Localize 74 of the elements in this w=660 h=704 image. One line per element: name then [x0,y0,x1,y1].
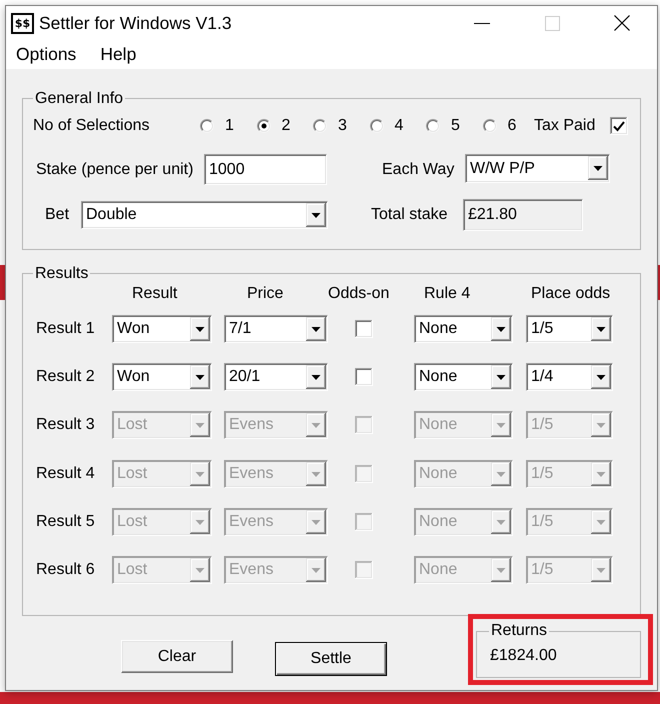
column-header: Price [247,285,284,303]
stake-label: Stake (pence per unit) [36,160,194,178]
total-stake-label: Total stake [371,206,448,224]
caret-icon [306,203,326,227]
row-label: Result 2 [36,368,95,386]
column-header: Rule 4 [424,285,470,303]
clear-button[interactable]: Clear [121,640,233,674]
caret-icon [190,510,210,534]
stake-input[interactable]: 1000 [204,154,327,185]
tax-paid-checkbox[interactable] [610,117,628,135]
caret-icon [491,413,511,438]
column-header: Result [132,285,178,303]
caret-icon [491,558,511,582]
caret-icon [306,462,326,486]
selection-radio[interactable]: 6 [482,117,516,135]
caret-icon [190,365,210,390]
selections-label: No of Selections [33,117,150,135]
each-way-dropdown[interactable]: W/W P/P [465,154,610,183]
caret-icon [591,558,611,582]
row-label: Result 4 [36,464,95,483]
row-label: Result 6 [36,560,95,579]
rule-4-dropdown[interactable]: None [414,363,513,392]
selection-radio[interactable]: 4 [370,117,404,135]
column-header: Place odds [531,285,610,303]
caret-icon [306,413,326,438]
tax-paid-label: Tax Paid [534,117,596,135]
bet-label: Bet [45,206,70,224]
caret-icon [491,365,511,390]
place-odds-dropdown[interactable]: 1/4 [526,363,613,392]
price-dropdown[interactable]: 20/1 [224,363,328,392]
column-header: Odds-on [328,285,390,303]
bet-dropdown[interactable]: Double [81,201,328,229]
caret-icon [591,413,611,438]
caret-icon [491,317,511,341]
caret-icon [591,462,611,486]
caret-icon [491,510,511,534]
result-dropdown[interactable]: Won [112,315,212,343]
caret-icon [588,156,608,180]
caret-icon [591,317,611,341]
app-logo: $$ [11,12,34,34]
caret-icon [591,510,611,534]
result-dropdown[interactable]: Won [112,363,212,392]
returns-value: £1824.00 [489,646,558,666]
rule-4-dropdown[interactable]: None [414,315,513,343]
settle-button[interactable]: Settle [275,642,387,676]
window-title: Settler for Windows V1.3 [39,12,232,34]
caret-icon [306,365,326,390]
selection-radio[interactable]: 5 [426,117,460,135]
caret-icon [306,317,326,341]
caret-icon [591,365,611,390]
caret-icon [190,413,210,438]
selection-radio[interactable]: 3 [313,117,347,135]
caret-icon [306,510,326,534]
caret-icon [190,317,210,341]
odds-on-checkbox[interactable] [355,320,373,338]
caret-icon [190,462,210,486]
menu-item[interactable]: Help [94,42,142,67]
selection-radio[interactable]: 2 [256,117,290,135]
row-label: Result 1 [36,320,95,338]
group-legend: Results [33,264,90,282]
group-legend: General Info [33,90,126,108]
caret-icon [190,558,210,582]
each-way-label: Each Way [382,160,454,178]
row-label: Result 5 [36,512,95,531]
total-stake-field: £21.80 [463,199,583,231]
row-label: Result 3 [36,416,95,434]
group-legend: Returns [489,622,550,640]
caret-icon [306,558,326,582]
place-odds-dropdown[interactable]: 1/5 [526,315,613,343]
price-dropdown[interactable]: 7/1 [224,315,328,343]
caret-icon [491,462,511,486]
menu-item[interactable]: Options [10,42,82,67]
odds-on-checkbox[interactable] [355,368,373,386]
selection-radio[interactable]: 1 [200,117,234,135]
